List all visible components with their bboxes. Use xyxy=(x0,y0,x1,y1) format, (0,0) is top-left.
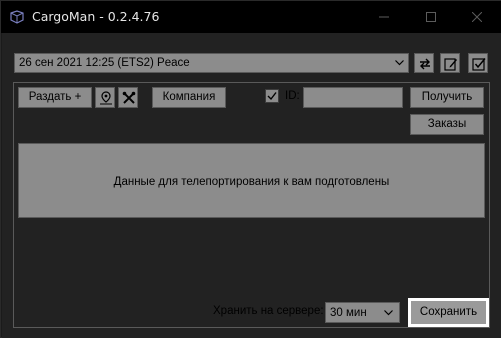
store-duration-select[interactable]: 30 мин xyxy=(325,302,400,323)
status-message-box: Данные для телепортирования к вам подгот… xyxy=(18,143,485,218)
distribute-button[interactable]: Раздать + xyxy=(18,87,92,108)
save-button[interactable]: Сохранить xyxy=(409,299,488,326)
edit-icon xyxy=(444,58,457,71)
tools-button[interactable] xyxy=(118,87,138,108)
title-bar: CargoMan - 0.2.4.76 xyxy=(1,1,501,33)
app-window: CargoMan - 0.2.4.76 26 сен 2021 12:25 (E… xyxy=(0,0,501,338)
get-button[interactable]: Получить xyxy=(410,87,484,108)
window-title: CargoMan - 0.2.4.76 xyxy=(32,9,160,24)
tools-icon xyxy=(122,91,136,104)
close-button[interactable] xyxy=(454,1,500,33)
id-label: ID: xyxy=(285,90,300,102)
store-duration-value: 30 мин xyxy=(330,307,367,319)
location-button[interactable] xyxy=(95,87,115,108)
status-message: Данные для телепортирования к вам подгот… xyxy=(113,176,390,188)
checkmark-icon xyxy=(267,92,277,101)
store-duration-label: Хранить на сервере: xyxy=(213,305,324,317)
swap-button[interactable] xyxy=(414,53,434,73)
map-pin-icon xyxy=(100,91,112,105)
checkbox-checked-icon xyxy=(472,58,486,71)
profile-select-value: 26 сен 2021 12:25 (ETS2) Peace xyxy=(19,57,190,69)
minimize-icon xyxy=(379,16,389,18)
minimize-button[interactable] xyxy=(361,1,407,33)
close-icon xyxy=(472,12,482,22)
id-input[interactable] xyxy=(303,87,403,108)
confirm-button[interactable] xyxy=(468,53,488,73)
edit-button[interactable] xyxy=(440,53,460,73)
chevron-down-icon xyxy=(395,60,404,66)
profile-select[interactable]: 26 сен 2021 12:25 (ETS2) Peace xyxy=(14,53,409,73)
id-checkbox[interactable] xyxy=(265,89,279,103)
swap-arrows-icon xyxy=(420,58,430,70)
app-logo-icon xyxy=(9,10,25,24)
company-button[interactable]: Компания xyxy=(152,87,226,108)
chevron-down-icon xyxy=(384,310,393,316)
orders-button[interactable]: Заказы xyxy=(410,114,484,135)
maximize-button[interactable] xyxy=(408,1,454,33)
maximize-icon xyxy=(426,12,436,22)
